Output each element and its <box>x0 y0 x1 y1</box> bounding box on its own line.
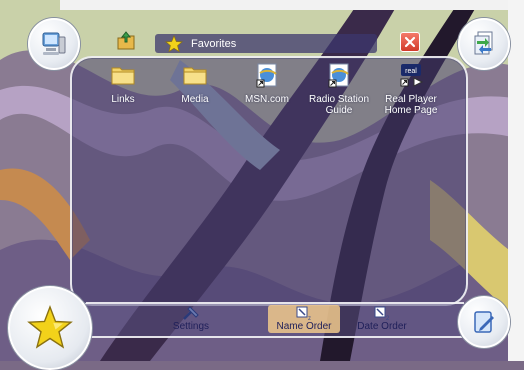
date-order-button[interactable]: 2 Date Order <box>352 305 412 333</box>
item-label: MSN.com <box>245 94 289 105</box>
sort-by-name-icon: z <box>296 306 311 321</box>
internet-shortcut-icon <box>328 63 349 88</box>
folder-icon <box>183 67 207 85</box>
settings-button[interactable]: Settings <box>166 305 216 333</box>
close-button[interactable] <box>400 32 420 52</box>
svg-text:real: real <box>405 68 417 75</box>
edit-button[interactable] <box>458 296 510 348</box>
item-label: Links <box>111 94 135 105</box>
computer-icon <box>42 32 66 55</box>
close-icon <box>404 36 416 48</box>
favorites-star-icon <box>27 305 73 349</box>
favorite-item-realplayer-home-page[interactable]: real Real Player Home Page <box>374 62 448 116</box>
name-order-button[interactable]: z Name Order <box>268 305 340 333</box>
internet-shortcut-icon <box>256 63 277 88</box>
favorite-item-msn[interactable]: MSN.com <box>230 62 304 105</box>
item-label: Radio Station Guide <box>308 94 370 116</box>
folder-up-icon[interactable] <box>116 30 136 52</box>
sort-by-date-icon: 2 <box>374 306 390 321</box>
folder-icon <box>111 67 135 85</box>
favorite-item-links[interactable]: Links <box>86 62 160 105</box>
favorites-star-icon <box>165 34 183 52</box>
settings-label: Settings <box>172 321 210 332</box>
wallpaper-edge-top <box>60 0 524 10</box>
edit-note-icon <box>474 311 494 333</box>
my-computer-button[interactable] <box>28 18 80 70</box>
settings-tools-icon <box>183 306 199 320</box>
switch-view-button[interactable] <box>458 18 510 70</box>
favorite-item-media[interactable]: Media <box>158 62 232 105</box>
realplayer-shortcut-icon: real <box>400 64 424 87</box>
favorite-item-radio-station-guide[interactable]: Radio Station Guide <box>302 62 376 116</box>
sync-arrows-icon <box>474 31 493 55</box>
wallpaper-edge-right <box>508 0 524 361</box>
item-label: Real Player Home Page <box>384 94 438 116</box>
name-order-label: Name Order <box>276 321 332 332</box>
window-title-bar: Favorites <box>155 34 377 53</box>
item-label: Media <box>181 94 209 105</box>
favorites-home-button[interactable] <box>8 286 92 370</box>
date-order-label: Date Order <box>357 321 407 332</box>
window-title: Favorites <box>191 37 237 50</box>
